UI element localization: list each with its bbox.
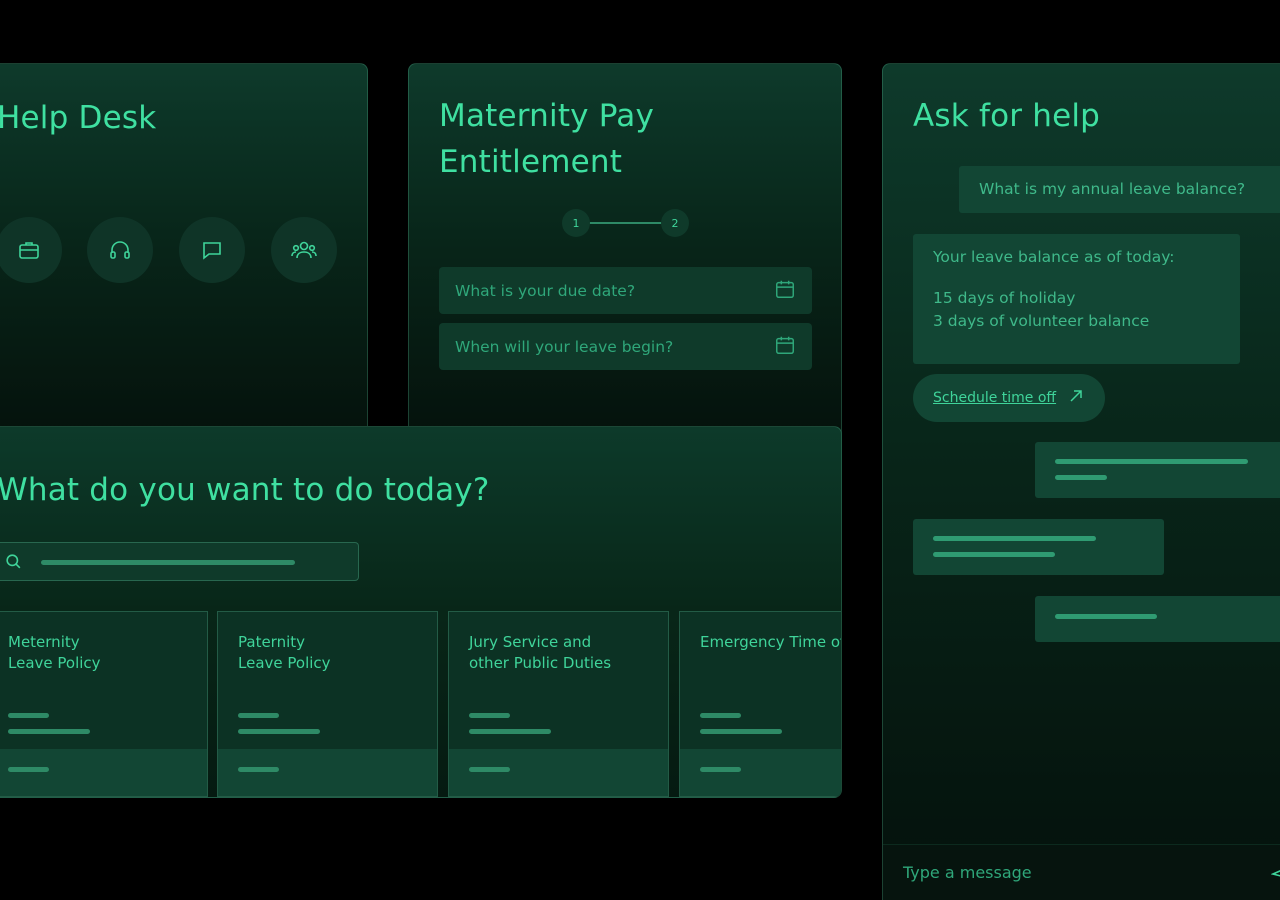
card-footer-bar bbox=[469, 767, 510, 772]
card-text-bar bbox=[700, 729, 782, 734]
card-text-bar bbox=[469, 713, 510, 718]
card-jury-service[interactable]: Jury Service and other Public Duties bbox=[448, 611, 669, 797]
card-label: Emergency Time off bbox=[700, 633, 842, 651]
card-text-bar bbox=[8, 713, 49, 718]
card-maternity-leave-policy[interactable]: Meternity Leave Policy bbox=[0, 611, 208, 797]
message-input-placeholder: Type a message bbox=[903, 863, 1032, 882]
step-1[interactable]: 1 bbox=[562, 209, 590, 237]
reply-line: Your leave balance as of today: bbox=[933, 248, 1175, 266]
message-input[interactable]: Type a message bbox=[883, 844, 1280, 900]
search-placeholder-bar bbox=[41, 560, 295, 565]
arrow-up-right-icon bbox=[1068, 388, 1084, 408]
schedule-time-off-link[interactable]: Schedule time off bbox=[933, 390, 1056, 406]
leave-begin-placeholder: When will your leave begin? bbox=[455, 337, 674, 356]
headphones-icon[interactable] bbox=[87, 217, 153, 283]
stepper-connector bbox=[587, 222, 671, 224]
reply-bubble: Your leave balance as of today: 15 days … bbox=[913, 234, 1240, 364]
card-footer bbox=[218, 749, 437, 796]
reply-line: 3 days of volunteer balance bbox=[933, 312, 1150, 330]
card-paternity-leave-policy[interactable]: Paternity Leave Policy bbox=[217, 611, 438, 797]
due-date-placeholder: What is your due date? bbox=[455, 281, 636, 300]
card-footer-bar bbox=[700, 767, 741, 772]
card-label: Meternity Leave Policy bbox=[8, 633, 101, 672]
maternity-title-line1: Maternity Pay bbox=[439, 98, 655, 134]
calendar-icon[interactable] bbox=[774, 334, 796, 360]
card-footer bbox=[680, 749, 841, 796]
placeholder-bar bbox=[933, 552, 1055, 557]
search-icon bbox=[4, 552, 23, 575]
todo-panel: What do you want to do today? Meternity … bbox=[0, 426, 842, 798]
due-date-field[interactable]: What is your due date? bbox=[439, 267, 812, 314]
chat-bubble-icon[interactable] bbox=[179, 217, 245, 283]
people-icon[interactable] bbox=[271, 217, 337, 283]
card-label: Jury Service and other Public Duties bbox=[469, 633, 612, 672]
card-label: Paternity Leave Policy bbox=[238, 633, 331, 672]
card-footer bbox=[0, 749, 207, 796]
placeholder-bubble bbox=[1035, 442, 1280, 498]
user-message-bubble: What is my annual leave balance? bbox=[959, 166, 1280, 213]
reply-line: 15 days of holiday bbox=[933, 289, 1076, 307]
card-text-bar bbox=[238, 729, 320, 734]
card-text-bar bbox=[469, 729, 551, 734]
card-text-bar bbox=[700, 713, 741, 718]
placeholder-bar bbox=[1055, 475, 1107, 480]
maternity-title-line2: Entitlement bbox=[439, 144, 623, 180]
calendar-icon[interactable] bbox=[774, 278, 796, 304]
help-desk-title: Help Desk bbox=[0, 100, 157, 136]
step-2[interactable]: 2 bbox=[661, 209, 689, 237]
help-desk-panel: Help Desk bbox=[0, 63, 368, 463]
maternity-pay-panel: Maternity Pay Entitlement 1 2 What is yo… bbox=[408, 63, 842, 463]
placeholder-bubble bbox=[1035, 596, 1280, 642]
ask-for-help-panel: Ask for help What is my annual leave bal… bbox=[882, 63, 1280, 900]
leave-begin-field[interactable]: When will your leave begin? bbox=[439, 323, 812, 370]
placeholder-bar bbox=[933, 536, 1096, 541]
ask-title: Ask for help bbox=[913, 98, 1101, 134]
search-input[interactable] bbox=[0, 542, 359, 581]
card-footer-bar bbox=[8, 767, 49, 772]
user-message-text: What is my annual leave balance? bbox=[979, 180, 1246, 198]
card-footer bbox=[449, 749, 668, 796]
card-text-bar bbox=[238, 713, 279, 718]
card-footer-bar bbox=[238, 767, 279, 772]
send-icon[interactable] bbox=[1270, 864, 1280, 888]
card-text-bar bbox=[8, 729, 90, 734]
card-emergency-time-off[interactable]: Emergency Time off bbox=[679, 611, 842, 797]
placeholder-bar bbox=[1055, 614, 1157, 619]
todo-title: What do you want to do today? bbox=[0, 472, 490, 508]
placeholder-bar bbox=[1055, 459, 1248, 464]
schedule-time-off-button[interactable]: Schedule time off bbox=[913, 374, 1105, 422]
placeholder-bubble bbox=[913, 519, 1164, 575]
briefcase-icon[interactable] bbox=[0, 217, 62, 283]
